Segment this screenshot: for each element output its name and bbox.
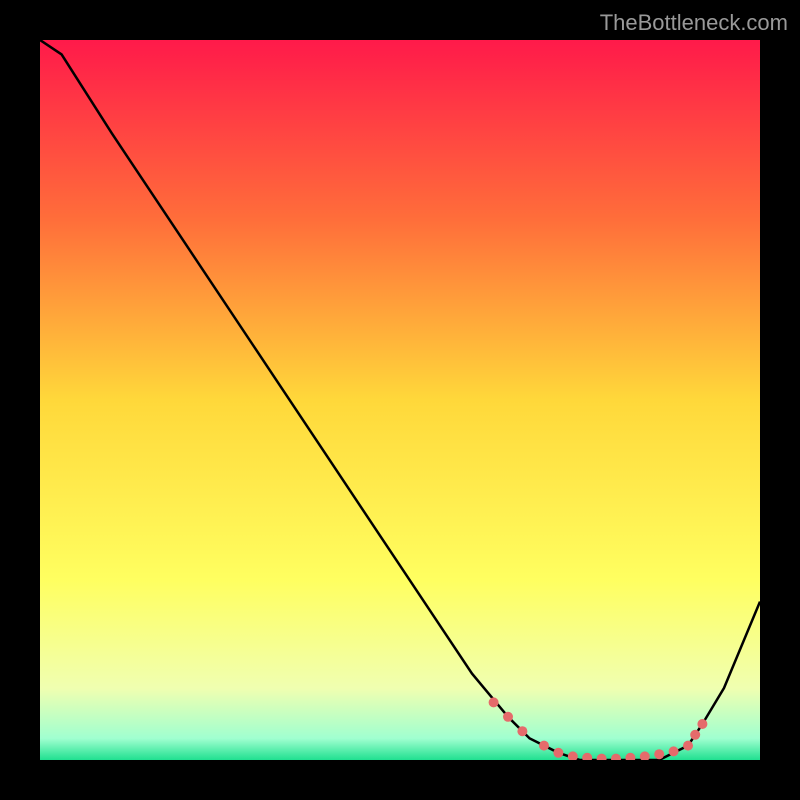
- marker-point: [654, 749, 664, 759]
- marker-point: [697, 719, 707, 729]
- marker-point: [683, 741, 693, 751]
- marker-point: [669, 746, 679, 756]
- marker-point: [539, 741, 549, 751]
- bottleneck-chart: [40, 40, 760, 760]
- marker-point: [553, 748, 563, 758]
- marker-point: [690, 730, 700, 740]
- watermark-text: TheBottleneck.com: [600, 10, 788, 36]
- marker-point: [503, 712, 513, 722]
- marker-point: [517, 726, 527, 736]
- marker-point: [489, 697, 499, 707]
- gradient-background: [40, 40, 760, 760]
